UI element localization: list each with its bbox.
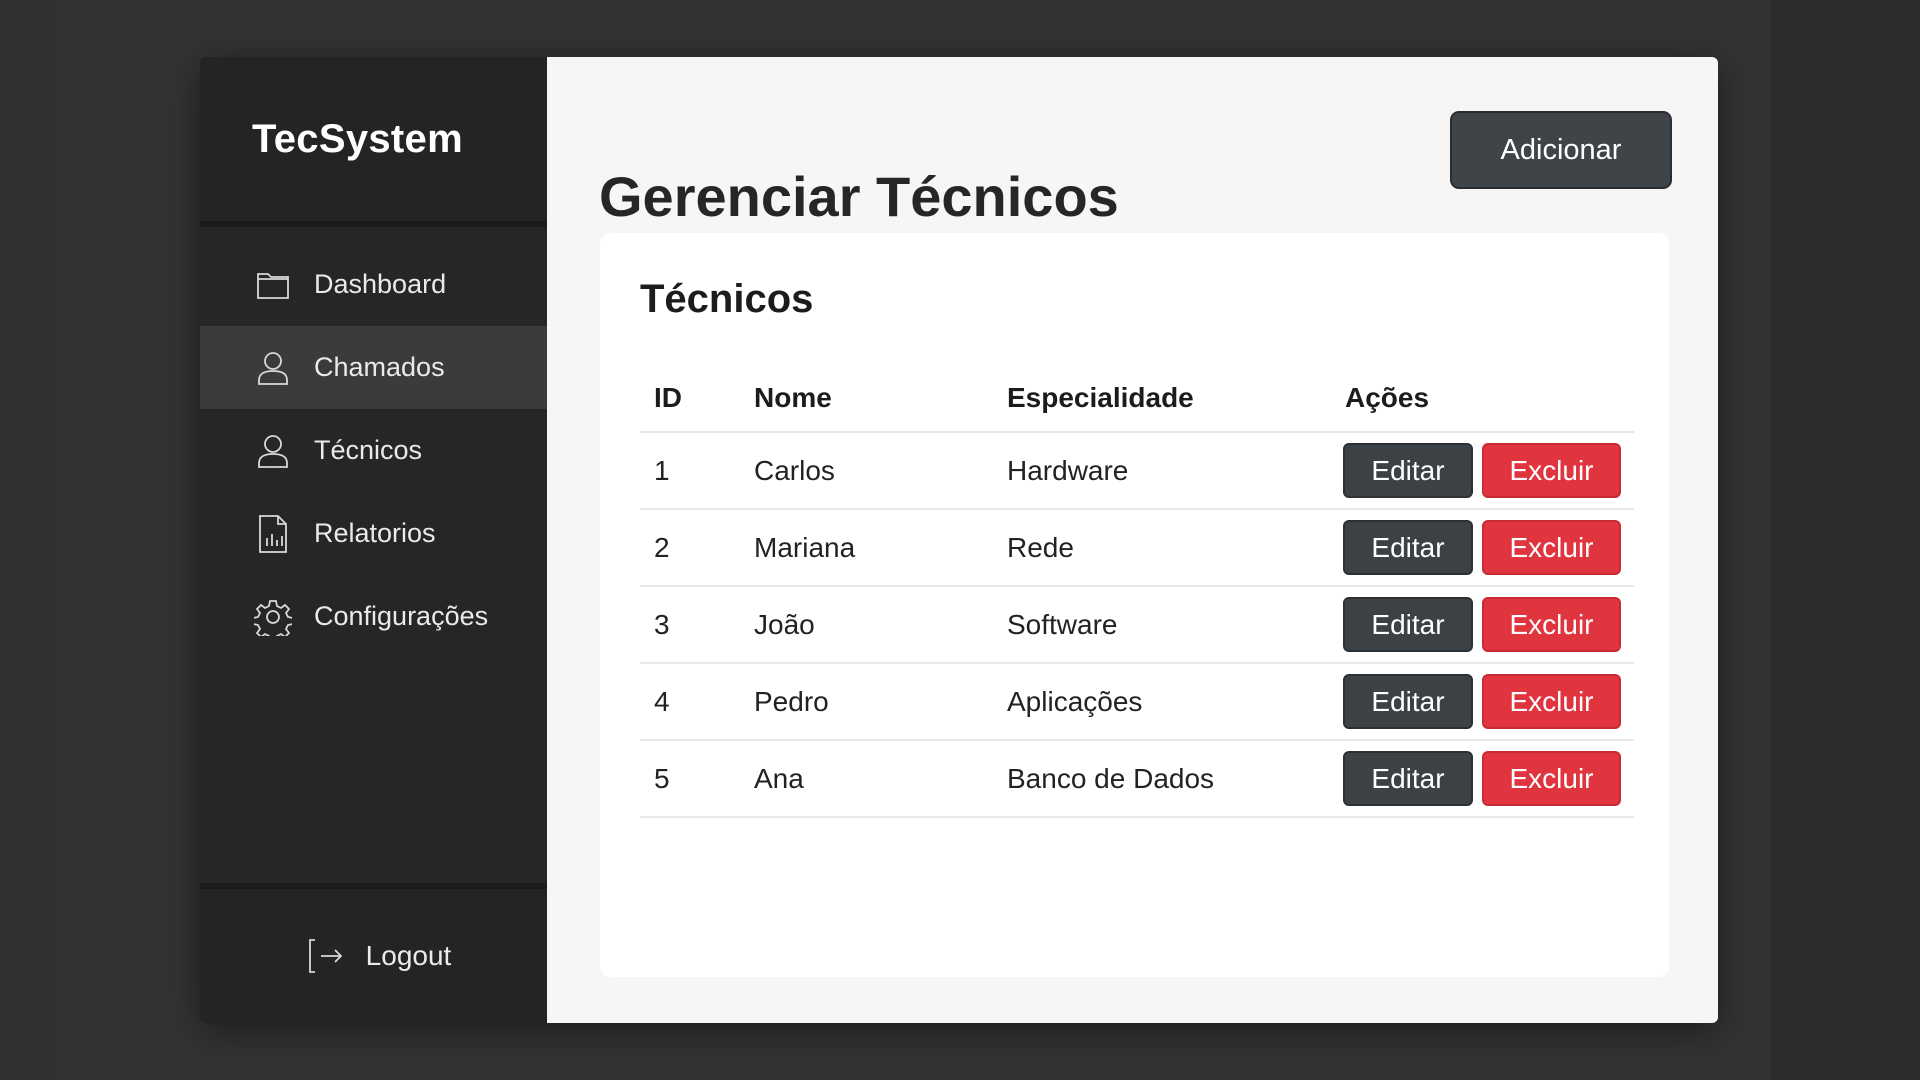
cell-especialidade: Aplicações — [993, 663, 1331, 741]
logout-area: Logout — [200, 883, 547, 1023]
cell-actions: Editar Excluir — [1331, 740, 1634, 818]
sidebar: TecSystem Dashboard Chamados Técnicos Re… — [200, 57, 547, 1023]
table-row: 2 Mariana Rede Editar Excluir — [640, 509, 1634, 587]
table-header-row: ID Nome Especialidade Ações — [640, 364, 1634, 433]
sidebar-item-relatorios[interactable]: Relatorios — [200, 492, 547, 575]
sidebar-nav: Dashboard Chamados Técnicos Relatorios C… — [200, 227, 547, 883]
sidebar-item-configuracoes[interactable]: Configurações — [200, 575, 547, 658]
cell-id: 3 — [640, 586, 740, 664]
folder-icon — [254, 266, 292, 304]
delete-button[interactable]: Excluir — [1482, 443, 1621, 498]
sidebar-item-label: Configurações — [314, 601, 489, 631]
cell-id: 4 — [640, 663, 740, 741]
desktop-background: TecSystem Dashboard Chamados Técnicos Re… — [0, 0, 1920, 1080]
page-title: Gerenciar Técnicos — [599, 165, 1119, 228]
brand-name: TecSystem — [252, 116, 463, 161]
edit-button[interactable]: Editar — [1343, 597, 1473, 652]
logout-icon — [306, 936, 346, 976]
cell-actions: Editar Excluir — [1331, 509, 1634, 587]
card-title: Técnicos — [640, 277, 814, 321]
sidebar-item-label: Dashboard — [314, 269, 447, 299]
edit-button[interactable]: Editar — [1343, 751, 1473, 806]
edit-button[interactable]: Editar — [1343, 674, 1473, 729]
sidebar-item-dashboard[interactable]: Dashboard — [200, 243, 547, 326]
table-row: 3 João Software Editar Excluir — [640, 586, 1634, 664]
user-icon — [254, 432, 292, 470]
gear-icon — [254, 598, 292, 636]
cell-nome: Mariana — [740, 509, 993, 587]
cell-especialidade: Software — [993, 586, 1331, 664]
cell-nome: Carlos — [740, 432, 993, 510]
main-content: Gerenciar Técnicos Adicionar Técnicos ID… — [547, 57, 1718, 1023]
cell-id: 2 — [640, 509, 740, 587]
user-icon — [254, 349, 292, 387]
cell-actions: Editar Excluir — [1331, 586, 1634, 664]
sidebar-item-label: Técnicos — [314, 435, 423, 465]
logout-button[interactable]: Logout — [306, 936, 452, 976]
table-row: 5 Ana Banco de Dados Editar Excluir — [640, 740, 1634, 818]
delete-button[interactable]: Excluir — [1482, 674, 1621, 729]
logout-label: Logout — [365, 940, 452, 971]
sidebar-item-tecnicos[interactable]: Técnicos — [200, 409, 547, 492]
column-header-id: ID — [640, 364, 740, 433]
technicians-card: Técnicos ID Nome Especialidade Ações 1 C… — [600, 233, 1669, 977]
column-header-acoes: Ações — [1331, 364, 1634, 433]
column-header-especialidade: Especialidade — [993, 364, 1331, 433]
cell-especialidade: Banco de Dados — [993, 740, 1331, 818]
sidebar-item-label: Relatorios — [314, 518, 436, 548]
edit-button[interactable]: Editar — [1343, 520, 1473, 575]
delete-button[interactable]: Excluir — [1482, 520, 1621, 575]
column-header-nome: Nome — [740, 364, 993, 433]
cell-nome: João — [740, 586, 993, 664]
report-icon — [254, 514, 292, 553]
add-button[interactable]: Adicionar — [1450, 111, 1672, 189]
table-row: 4 Pedro Aplicações Editar Excluir — [640, 663, 1634, 741]
delete-button[interactable]: Excluir — [1482, 597, 1621, 652]
technicians-table: ID Nome Especialidade Ações 1 Carlos Har… — [640, 364, 1634, 818]
cell-id: 1 — [640, 432, 740, 510]
cell-actions: Editar Excluir — [1331, 432, 1634, 510]
sidebar-item-label: Chamados — [314, 352, 445, 382]
table-row: 1 Carlos Hardware Editar Excluir — [640, 432, 1634, 510]
delete-button[interactable]: Excluir — [1482, 751, 1621, 806]
cell-id: 5 — [640, 740, 740, 818]
app-window: TecSystem Dashboard Chamados Técnicos Re… — [200, 57, 1718, 1023]
cell-especialidade: Hardware — [993, 432, 1331, 510]
cell-actions: Editar Excluir — [1331, 663, 1634, 741]
sidebar-item-chamados[interactable]: Chamados — [200, 326, 547, 409]
brand-header: TecSystem — [200, 57, 547, 227]
edit-button[interactable]: Editar — [1343, 443, 1473, 498]
cell-nome: Ana — [740, 740, 993, 818]
cell-especialidade: Rede — [993, 509, 1331, 587]
cell-nome: Pedro — [740, 663, 993, 741]
